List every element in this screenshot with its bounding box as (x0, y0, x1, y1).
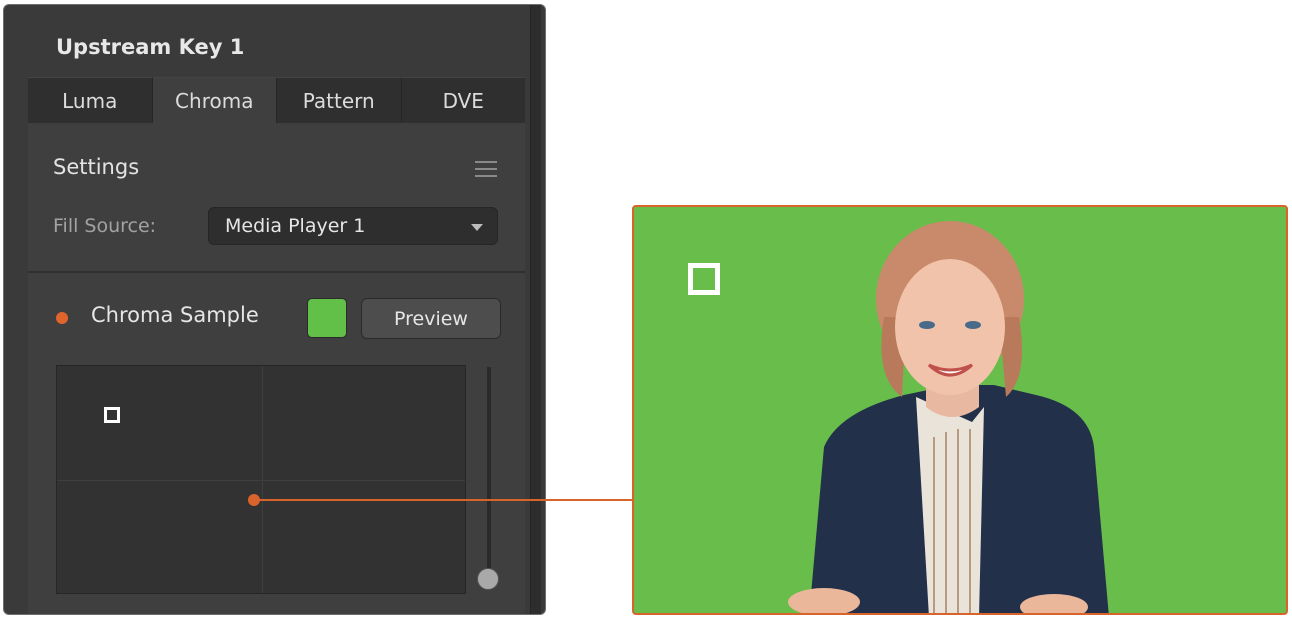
sample-cursor-square-large (688, 263, 720, 295)
presenter-figure (788, 221, 1109, 613)
green-screen-preview-image (632, 205, 1288, 615)
